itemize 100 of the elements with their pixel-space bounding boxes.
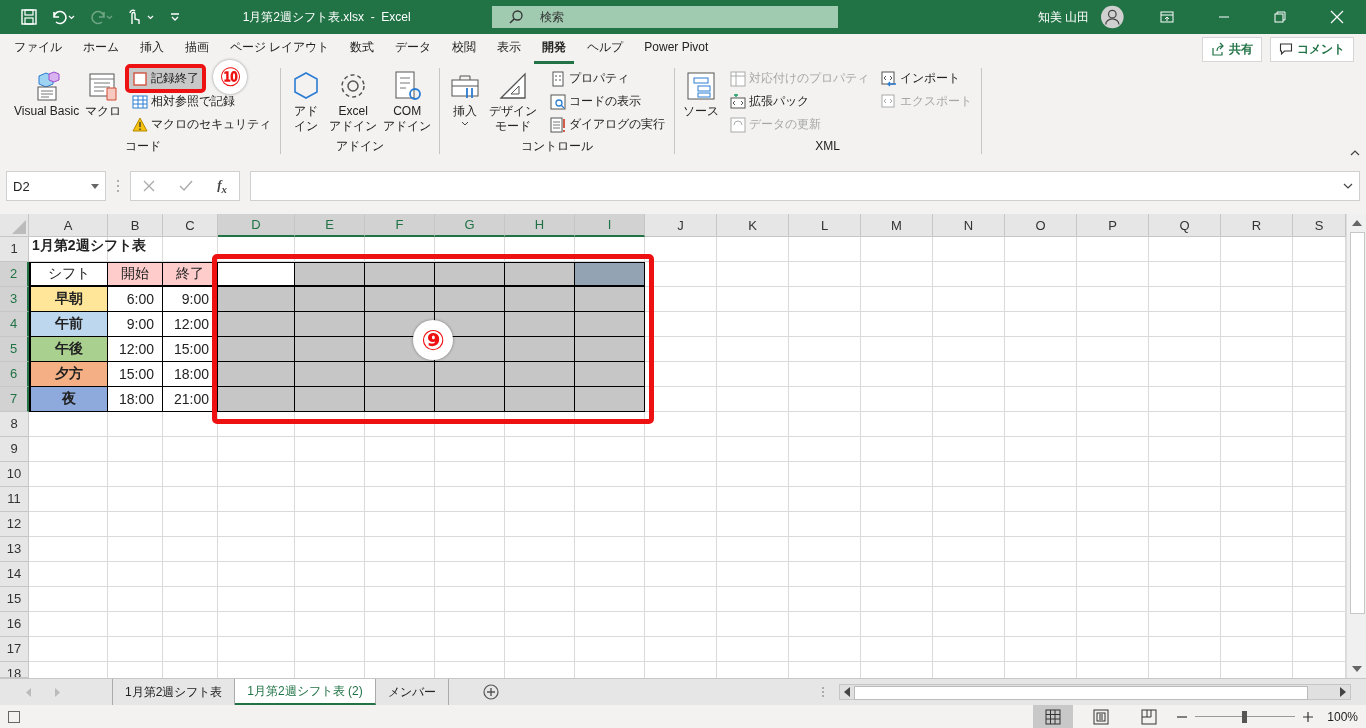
scroll-right-icon[interactable] — [1340, 687, 1346, 697]
row-header[interactable]: 7 — [0, 387, 29, 412]
ribbon-tab[interactable]: 表示 — [489, 34, 530, 64]
view-button[interactable] — [1033, 705, 1074, 728]
selected-cell[interactable] — [218, 362, 295, 387]
column-header[interactable]: Q — [1149, 214, 1221, 237]
avatar-icon[interactable] — [1101, 5, 1124, 29]
ribbon-button[interactable]: アドイン — [287, 68, 326, 136]
close-icon[interactable] — [1330, 10, 1344, 24]
ribbon-button[interactable]: マクロのセキュリティ — [129, 114, 275, 135]
zoom-level[interactable]: 100% — [1327, 709, 1358, 724]
selected-cell[interactable] — [295, 387, 365, 412]
selected-cell[interactable] — [505, 287, 575, 312]
ribbon-button[interactable]: Excel アドイン — [327, 68, 380, 136]
selected-cell[interactable] — [575, 262, 645, 287]
ribbon-tab[interactable]: Power Pivot — [636, 36, 717, 62]
column-header[interactable]: S — [1293, 214, 1346, 237]
row-header[interactable]: 3 — [0, 287, 29, 312]
selected-cell[interactable] — [295, 262, 365, 287]
row-header[interactable]: 17 — [0, 637, 29, 662]
column-header[interactable]: P — [1077, 214, 1149, 237]
row-header[interactable]: 15 — [0, 587, 29, 612]
collapse-icon[interactable] — [1350, 150, 1360, 156]
column-header[interactable]: M — [861, 214, 933, 237]
formula-input[interactable] — [250, 171, 1360, 201]
share-button[interactable]: 共有 — [1202, 36, 1262, 62]
column-header[interactable]: O — [1005, 214, 1077, 237]
save-icon[interactable] — [20, 8, 38, 26]
ribbon-tab[interactable]: データ — [387, 34, 440, 64]
scroll-left-icon[interactable] — [844, 687, 850, 697]
name-box[interactable]: D2 — [6, 171, 106, 201]
row-header[interactable]: 10 — [0, 462, 29, 487]
selected-cell[interactable] — [505, 337, 575, 362]
column-header[interactable]: D — [218, 214, 295, 237]
selected-cell[interactable] — [295, 362, 365, 387]
ribbon-button[interactable]: 相対参照で記録 — [129, 91, 239, 112]
selected-cell[interactable] — [218, 287, 295, 312]
ribbon-button[interactable]: COM アドイン — [381, 68, 434, 136]
selected-cell[interactable] — [575, 287, 645, 312]
row-header[interactable]: 6 — [0, 362, 29, 387]
selected-cell[interactable] — [435, 362, 505, 387]
column-header[interactable]: A — [29, 214, 108, 237]
ribbon-tab[interactable]: ホーム — [75, 34, 127, 64]
ribbon-tab[interactable]: 校閲 — [444, 34, 485, 64]
ribbon-button[interactable]: コードの表示 — [546, 91, 644, 112]
horizontal-scrollbar[interactable] — [839, 684, 1351, 700]
selected-cell[interactable] — [365, 287, 435, 312]
sheet-tab[interactable]: 1月第2週シフト表 (2) — [235, 679, 376, 705]
undo-icon[interactable] — [50, 8, 76, 26]
selected-cell[interactable] — [365, 362, 435, 387]
selected-cell[interactable] — [218, 262, 295, 287]
slider-thumb[interactable] — [1242, 710, 1248, 723]
ribbon-button[interactable]: プロパティ — [546, 68, 632, 89]
selected-cell[interactable] — [295, 287, 365, 312]
selected-cell[interactable] — [575, 312, 645, 337]
ribbon-button[interactable]: 挿入 — [446, 68, 485, 128]
column-header[interactable]: I — [575, 214, 645, 237]
column-header[interactable]: G — [435, 214, 505, 237]
column-header[interactable]: L — [789, 214, 861, 237]
selected-cell[interactable] — [505, 262, 575, 287]
scroll-up-icon[interactable] — [1351, 220, 1362, 226]
ribbon-tab[interactable]: ヘルプ — [579, 34, 632, 64]
selected-cell[interactable] — [505, 362, 575, 387]
row-header[interactable]: 12 — [0, 512, 29, 537]
column-header[interactable]: H — [505, 214, 575, 237]
selected-cell[interactable] — [365, 262, 435, 287]
row-header[interactable]: 11 — [0, 487, 29, 512]
row-header[interactable]: 9 — [0, 437, 29, 462]
row-header[interactable]: 16 — [0, 612, 29, 637]
selected-cell[interactable] — [218, 387, 295, 412]
restore-icon[interactable] — [1274, 11, 1286, 23]
macro-record-icon[interactable] — [8, 710, 20, 723]
drag-handle-icon[interactable] — [116, 179, 120, 193]
ribbon-tab[interactable]: ファイル — [6, 34, 70, 64]
column-header[interactable]: E — [295, 214, 365, 237]
selected-cell[interactable] — [505, 387, 575, 412]
comment-button[interactable]: コメント — [1270, 36, 1354, 62]
ribbon-button[interactable]: インポート — [877, 68, 963, 89]
ribbon-tab[interactable]: 数式 — [342, 34, 383, 64]
row-header[interactable]: 5 — [0, 337, 29, 362]
selected-cell[interactable] — [575, 362, 645, 387]
user-name[interactable]: 知美 山田 — [1038, 8, 1090, 26]
row-header[interactable]: 1 — [0, 237, 29, 262]
add-sheet-icon[interactable] — [482, 684, 499, 700]
expand-icon[interactable] — [1343, 183, 1353, 189]
ribbon-tab[interactable]: 開発 — [534, 34, 575, 64]
selected-cell[interactable] — [295, 312, 365, 337]
column-header[interactable]: F — [365, 214, 435, 237]
column-header[interactable]: J — [645, 214, 717, 237]
selected-cell[interactable] — [218, 312, 295, 337]
insert-function-button[interactable]: f$_{x}$ — [217, 177, 227, 195]
scroll-thumb[interactable] — [854, 686, 1308, 700]
column-header[interactable]: B — [108, 214, 163, 237]
search-field[interactable]: 検索 — [491, 6, 838, 28]
touch-mode-icon[interactable] — [126, 8, 156, 26]
ribbon-button[interactable]: マクロ — [83, 68, 124, 121]
ribbon-button[interactable]: ダイアログの実行 — [546, 114, 668, 135]
selected-cell[interactable] — [365, 387, 435, 412]
column-header[interactable]: K — [717, 214, 789, 237]
selected-cell[interactable] — [575, 387, 645, 412]
